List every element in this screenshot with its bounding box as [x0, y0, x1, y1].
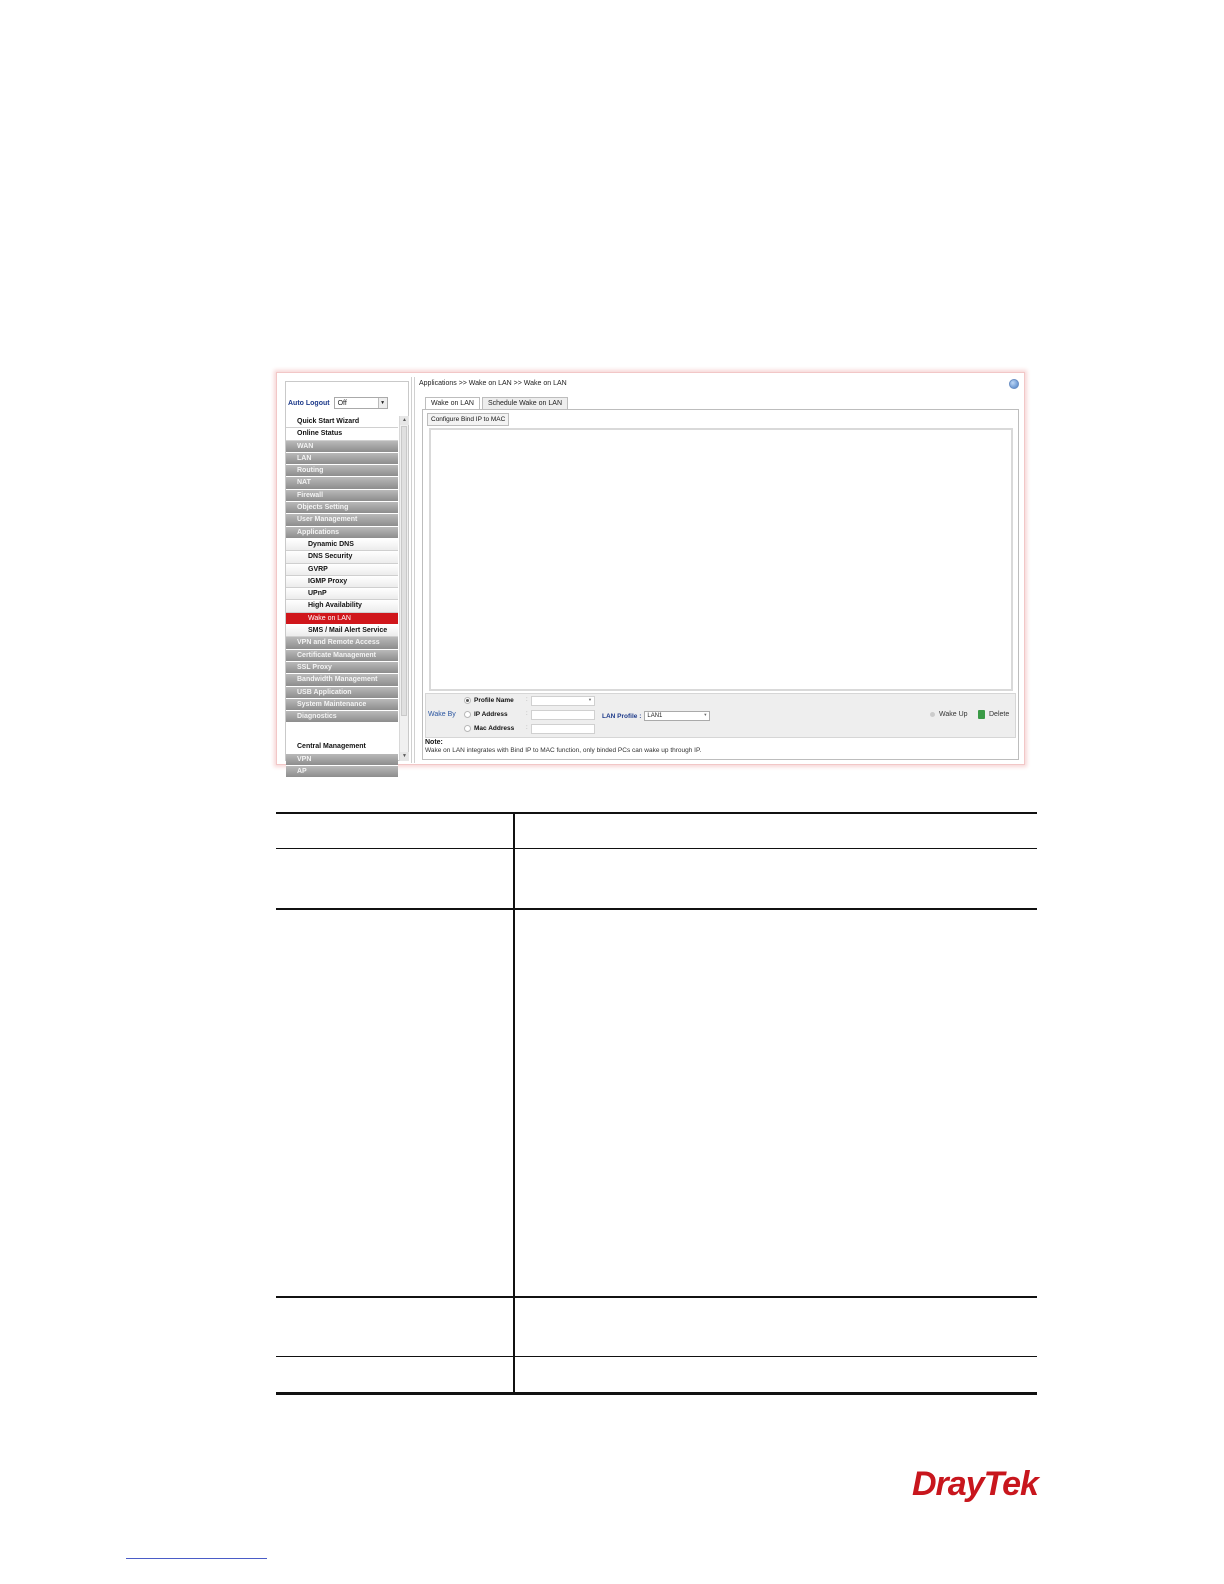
option-profile-name[interactable]: Profile Name — [464, 697, 514, 704]
auto-logout: Auto Logout Off ▼ — [288, 396, 406, 410]
sidebar-item-vpn[interactable]: VPN — [286, 753, 398, 767]
tab-schedule-wake-on-lan[interactable]: Schedule Wake on LAN — [481, 397, 568, 409]
sidebar-item-vpn-and-remote-access[interactable]: VPN and Remote Access — [286, 637, 398, 650]
footer-link-underline[interactable] — [126, 1558, 267, 1559]
sidebar-item-applications[interactable]: Applications — [286, 526, 398, 539]
tab-bar: Wake on LAN Schedule Wake on LAN — [425, 397, 570, 409]
sidebar-item-routing[interactable]: Routing — [286, 465, 398, 478]
trash-icon — [978, 710, 985, 719]
router-screenshot: Auto Logout Off ▼ Quick Start Wizard Onli… — [276, 372, 1025, 779]
table-rule — [276, 848, 1037, 849]
sidebar-item-system-maintenance[interactable]: System Maintenance — [286, 698, 398, 712]
help-icon[interactable] — [1009, 379, 1019, 389]
mac-address-input[interactable] — [531, 724, 595, 734]
sidebar-item-usb-application[interactable]: USB Application — [286, 686, 398, 699]
wake-on-lan-panel: Configure Bind IP to MAC Wake By Profile… — [422, 409, 1019, 760]
lan-profile-select[interactable]: LAN1 ▼ — [644, 711, 711, 721]
table-rule — [276, 908, 1037, 910]
wake-up-icon — [930, 712, 935, 717]
breadcrumb: Applications >> Wake on LAN >> Wake on L… — [419, 380, 567, 387]
sidebar-item-central-management[interactable]: Central Management — [286, 741, 398, 754]
sidebar-item-igmp-proxy[interactable]: IGMP Proxy — [286, 575, 398, 589]
option-label: IP Address — [474, 711, 508, 718]
sidebar-item-nat[interactable]: NAT — [286, 477, 398, 490]
table-column-divider — [513, 812, 515, 1395]
note-text: Wake on LAN integrates with Bind IP to M… — [425, 747, 702, 754]
auto-logout-label: Auto Logout — [288, 399, 330, 407]
radio-icon[interactable] — [464, 725, 471, 732]
auto-logout-value: Off — [337, 399, 347, 407]
sidebar-item-high-availability[interactable]: High Availability — [286, 600, 398, 613]
tab-wake-on-lan[interactable]: Wake on LAN — [425, 397, 480, 409]
lan-profile-value: LAN1 — [647, 713, 663, 719]
scroll-thumb[interactable] — [401, 426, 407, 716]
sidebar-item-firewall[interactable]: Firewall — [286, 489, 398, 503]
option-label: Profile Name — [474, 697, 514, 704]
delete-label: Delete — [989, 711, 1010, 718]
sidebar-item-dynamic-dns[interactable]: Dynamic DNS — [286, 538, 398, 552]
auto-logout-select[interactable]: Off ▼ — [333, 397, 388, 409]
option-label: Mac Address — [474, 725, 515, 732]
sidebar-item-objects-setting[interactable]: Objects Setting — [286, 502, 398, 515]
note-title: Note: — [425, 739, 443, 746]
configure-bind-ip-button[interactable]: Configure Bind IP to MAC — [427, 413, 510, 426]
description-table — [276, 812, 1037, 1395]
radio-icon[interactable] — [464, 697, 471, 704]
sidebar-item-ssl-proxy[interactable]: SSL Proxy — [286, 661, 398, 675]
chevron-down-icon: ▼ — [588, 697, 592, 702]
colon: : — [526, 697, 528, 703]
draytek-logo: DrayTek — [912, 1465, 1039, 1503]
table-rule — [276, 812, 1037, 814]
host-list[interactable] — [429, 428, 1013, 691]
panel-divider — [411, 377, 415, 763]
sidebar-scrollbar[interactable]: ▲ ▼ — [399, 416, 409, 761]
scroll-down-icon[interactable]: ▼ — [400, 752, 409, 761]
lan-profile-label: LAN Profile : — [602, 712, 642, 720]
sidebar: Auto Logout Off ▼ Quick Start Wizard Onli… — [285, 381, 409, 779]
profile-name-select[interactable]: ▼ — [531, 696, 595, 706]
sidebar-item-online-status[interactable]: Online Status — [286, 428, 398, 441]
sidebar-item-dns-security[interactable]: DNS Security — [286, 551, 398, 564]
table-rule — [276, 1296, 1037, 1298]
sidebar-item-diagnostics[interactable]: Diagnostics — [286, 711, 398, 724]
radio-icon[interactable] — [464, 711, 471, 718]
sidebar-item-sms-mail-alert-service[interactable]: SMS / Mail Alert Service — [286, 625, 398, 638]
chevron-down-icon: ▼ — [377, 398, 387, 408]
ip-address-input[interactable] — [531, 710, 595, 720]
sidebar-item-quick-start-wizard[interactable]: Quick Start Wizard — [286, 416, 398, 429]
colon: : — [526, 711, 528, 717]
wake-controls: Wake By Profile Name : ▼ IP Address : Ma… — [425, 693, 1016, 738]
sidebar-item-lan[interactable]: LAN — [286, 452, 398, 466]
sidebar-item-spacer — [286, 723, 398, 742]
sidebar-item-wan[interactable]: WAN — [286, 440, 398, 453]
sidebar-item-user-management[interactable]: User Management — [286, 514, 398, 527]
colon: : — [526, 725, 528, 731]
lan-profile: LAN Profile : LAN1 ▼ — [602, 711, 711, 721]
scroll-up-icon[interactable]: ▲ — [400, 416, 409, 425]
page-top-rule — [0, 0, 1224, 1]
delete-button[interactable]: Delete — [978, 710, 1009, 719]
sidebar-item-upnp[interactable]: UPnP — [286, 588, 398, 601]
wake-up-button[interactable]: Wake Up — [930, 711, 968, 718]
sidebar-item-certificate-management[interactable]: Certificate Management — [286, 649, 398, 662]
chevron-down-icon: ▼ — [703, 712, 708, 717]
sidebar-item-bandwidth-management[interactable]: Bandwidth Management — [286, 674, 398, 687]
option-mac-address[interactable]: Mac Address — [464, 725, 514, 732]
sidebar-item-ap[interactable]: AP — [286, 766, 398, 779]
option-ip-address[interactable]: IP Address — [464, 711, 508, 718]
sidebar-item-wake-on-lan[interactable]: Wake on LAN — [286, 612, 398, 626]
table-rule — [276, 1356, 1037, 1357]
table-rule — [276, 1392, 1037, 1395]
wake-by-label: Wake By — [428, 711, 456, 718]
wake-up-label: Wake Up — [939, 711, 968, 718]
sidebar-menu: Quick Start Wizard Online Status WAN LAN Rou… — [286, 416, 398, 779]
sidebar-item-gvrp[interactable]: GVRP — [286, 563, 398, 576]
